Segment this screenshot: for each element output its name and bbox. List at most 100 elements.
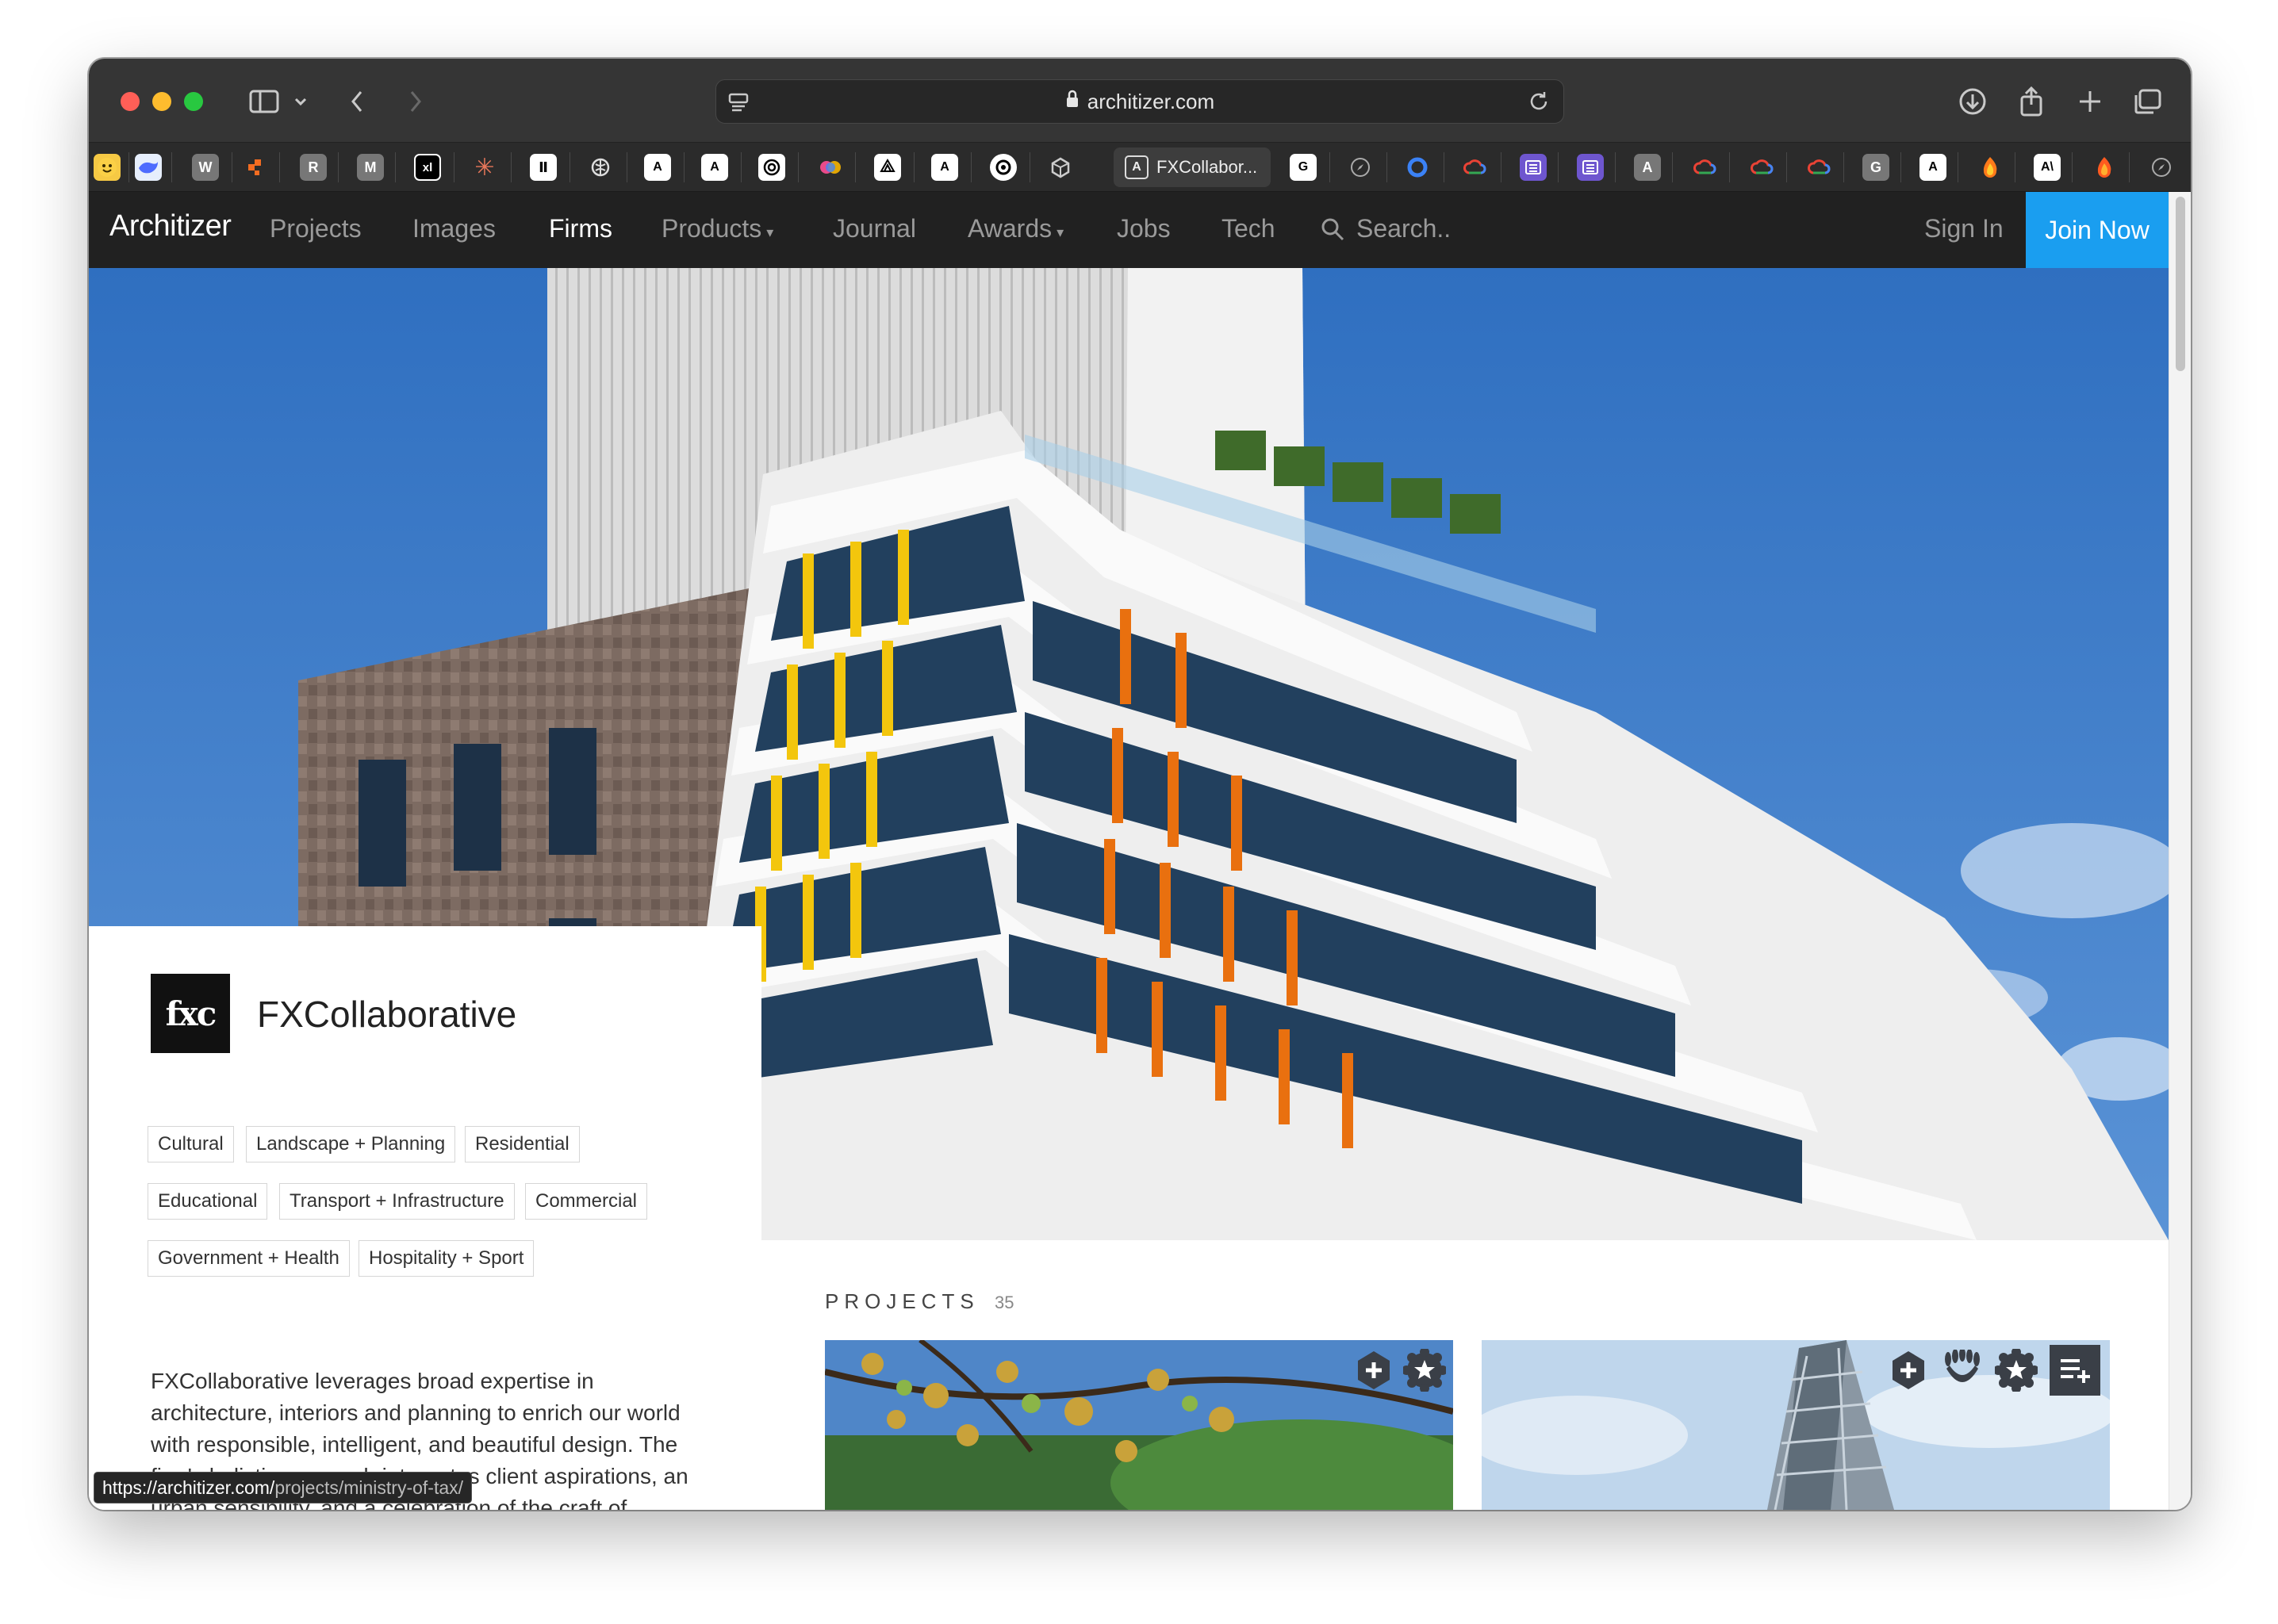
page-menu-icon[interactable] bbox=[727, 91, 750, 119]
project-card[interactable] bbox=[825, 1340, 1453, 1510]
add-to-list-icon[interactable] bbox=[2050, 1345, 2100, 1396]
compass-favicon[interactable] bbox=[2148, 154, 2175, 181]
tag-educational[interactable]: Educational bbox=[148, 1183, 268, 1220]
nav-tech[interactable]: Tech bbox=[1221, 214, 1275, 243]
projects-section: PROJECTS 35 bbox=[761, 1240, 2169, 1510]
w-favicon[interactable]: W bbox=[192, 154, 219, 181]
page-scrollbar[interactable] bbox=[2169, 192, 2191, 1510]
nav-projects[interactable]: Projects bbox=[270, 214, 362, 243]
huggingface-favicon[interactable] bbox=[94, 154, 121, 181]
firm-logo: fxc bbox=[151, 974, 230, 1053]
active-tab[interactable]: A FXCollabor... bbox=[1114, 147, 1271, 187]
nav-products[interactable]: Products ▾ bbox=[662, 214, 773, 243]
site-search[interactable]: Search.. bbox=[1320, 214, 1451, 243]
architizer-logo[interactable]: Architizer bbox=[109, 209, 232, 243]
architizer-favicon: A bbox=[1125, 155, 1149, 179]
scrollbar-thumb[interactable] bbox=[2176, 197, 2185, 371]
anthropic-favicon[interactable]: A bbox=[1919, 154, 1946, 181]
anthropic-favicon[interactable]: A bbox=[644, 154, 671, 181]
join-now-button[interactable]: Join Now bbox=[2026, 192, 2169, 268]
link-status-bar: https://architizer.com/projects/ministry… bbox=[94, 1472, 473, 1503]
minimize-window-button[interactable] bbox=[152, 92, 171, 111]
browser-toolbar: architizer.com bbox=[89, 59, 2191, 143]
whale-favicon[interactable] bbox=[135, 154, 162, 181]
projects-heading: PROJECTS bbox=[825, 1289, 980, 1313]
chevron-down-icon[interactable] bbox=[289, 82, 313, 121]
tab-title: FXCollabor... bbox=[1156, 157, 1258, 177]
firm-profile-card: fxc FXCollaborative Cultural Landscape +… bbox=[89, 926, 761, 1510]
nav-awards[interactable]: Awards ▾ bbox=[968, 214, 1064, 243]
nav-products-label: Products bbox=[662, 214, 762, 243]
downloads-icon[interactable] bbox=[1954, 82, 1991, 121]
list-favicon[interactable] bbox=[1520, 154, 1547, 181]
nav-awards-label: Awards bbox=[968, 214, 1053, 243]
nav-firms[interactable]: Firms bbox=[549, 214, 612, 243]
anthropic-favicon[interactable]: A bbox=[701, 154, 728, 181]
nav-journal[interactable]: Journal bbox=[833, 214, 916, 243]
orange-pixel-favicon[interactable] bbox=[243, 154, 270, 181]
close-window-button[interactable] bbox=[121, 92, 140, 111]
cube-favicon[interactable] bbox=[1047, 154, 1074, 181]
project-card[interactable] bbox=[1482, 1340, 2110, 1510]
tag-cultural[interactable]: Cultural bbox=[148, 1126, 234, 1162]
google-cloud-favicon[interactable] bbox=[1691, 154, 1718, 181]
tag-government-health[interactable]: Government + Health bbox=[148, 1240, 350, 1277]
g-favicon[interactable]: A bbox=[1634, 154, 1661, 181]
laurel-badge-icon[interactable] bbox=[1940, 1348, 1985, 1392]
projects-count: 35 bbox=[995, 1293, 1014, 1312]
status-url-suffix: projects/ministry-of-tax/ bbox=[274, 1477, 464, 1498]
claude-favicon[interactable]: ✳ bbox=[471, 154, 498, 181]
browser-window: architizer.com W R M xl ✳ Ⅱ A A A A FXCo… bbox=[89, 59, 2191, 1510]
list-favicon[interactable] bbox=[1577, 154, 1604, 181]
google-cloud-favicon[interactable] bbox=[1805, 154, 1832, 181]
tag-landscape-planning[interactable]: Landscape + Planning bbox=[246, 1126, 456, 1162]
openai-knot-favicon[interactable] bbox=[990, 154, 1017, 181]
site-navbar: Architizer Projects Images Firms Product… bbox=[89, 192, 2169, 268]
xl-favicon[interactable]: xl bbox=[414, 154, 441, 181]
share-icon[interactable] bbox=[2013, 82, 2050, 121]
fire-favicon[interactable] bbox=[2091, 154, 2118, 181]
tag-transport-infrastructure[interactable]: Transport + Infrastructure bbox=[279, 1183, 515, 1220]
blue-ring-favicon[interactable] bbox=[1404, 154, 1431, 181]
tag-residential[interactable]: Residential bbox=[465, 1126, 580, 1162]
g-favicon[interactable]: G bbox=[1862, 154, 1889, 181]
search-icon bbox=[1320, 216, 1345, 242]
zoom-window-button[interactable] bbox=[184, 92, 203, 111]
address-bar[interactable]: architizer.com bbox=[715, 79, 1564, 124]
brain-favicon[interactable] bbox=[587, 154, 614, 181]
anthropic-favicon[interactable]: A bbox=[931, 154, 958, 181]
spiral-favicon[interactable] bbox=[758, 154, 785, 181]
sign-in-link[interactable]: Sign In bbox=[1924, 214, 2004, 243]
firm-name: FXCollaborative bbox=[257, 994, 517, 1035]
nav-jobs[interactable]: Jobs bbox=[1117, 214, 1171, 243]
gemini-favicon[interactable] bbox=[817, 154, 844, 181]
anthropic-favicon[interactable]: A\ bbox=[2034, 154, 2061, 181]
new-tab-icon[interactable] bbox=[2072, 82, 2108, 121]
forward-button[interactable] bbox=[400, 82, 431, 121]
caret-down-icon: ▾ bbox=[766, 224, 774, 240]
m-favicon[interactable]: M bbox=[357, 154, 384, 181]
openai-favicon[interactable] bbox=[874, 154, 901, 181]
compass-favicon[interactable] bbox=[1347, 154, 1374, 181]
star-badge-icon[interactable] bbox=[1402, 1348, 1447, 1392]
tab-bar: W R M xl ✳ Ⅱ A A A A FXCollabor... G A G… bbox=[89, 143, 2191, 192]
back-button[interactable] bbox=[341, 82, 373, 121]
google-cloud-favicon[interactable] bbox=[1461, 154, 1488, 181]
star-badge-icon[interactable] bbox=[1994, 1348, 2038, 1392]
pause-favicon[interactable]: Ⅱ bbox=[530, 154, 557, 181]
url-text: architizer.com bbox=[1087, 89, 1215, 113]
lock-icon bbox=[1065, 90, 1080, 114]
firebase-favicon[interactable] bbox=[1977, 154, 2004, 181]
tag-commercial[interactable]: Commercial bbox=[525, 1183, 648, 1220]
search-placeholder: Search.. bbox=[1356, 214, 1452, 243]
plus-hexagon-icon[interactable] bbox=[1886, 1348, 1931, 1392]
tag-hospitality-sport[interactable]: Hospitality + Sport bbox=[359, 1240, 535, 1277]
r-favicon[interactable]: R bbox=[300, 154, 327, 181]
google-cloud-favicon[interactable] bbox=[1748, 154, 1775, 181]
anthropic-favicon[interactable]: G bbox=[1290, 154, 1317, 181]
tab-overview-icon[interactable] bbox=[2129, 82, 2165, 121]
reload-icon[interactable] bbox=[1527, 90, 1551, 119]
nav-images[interactable]: Images bbox=[412, 214, 496, 243]
plus-hexagon-icon[interactable] bbox=[1352, 1348, 1396, 1392]
sidebar-toggle-icon[interactable] bbox=[244, 82, 284, 121]
